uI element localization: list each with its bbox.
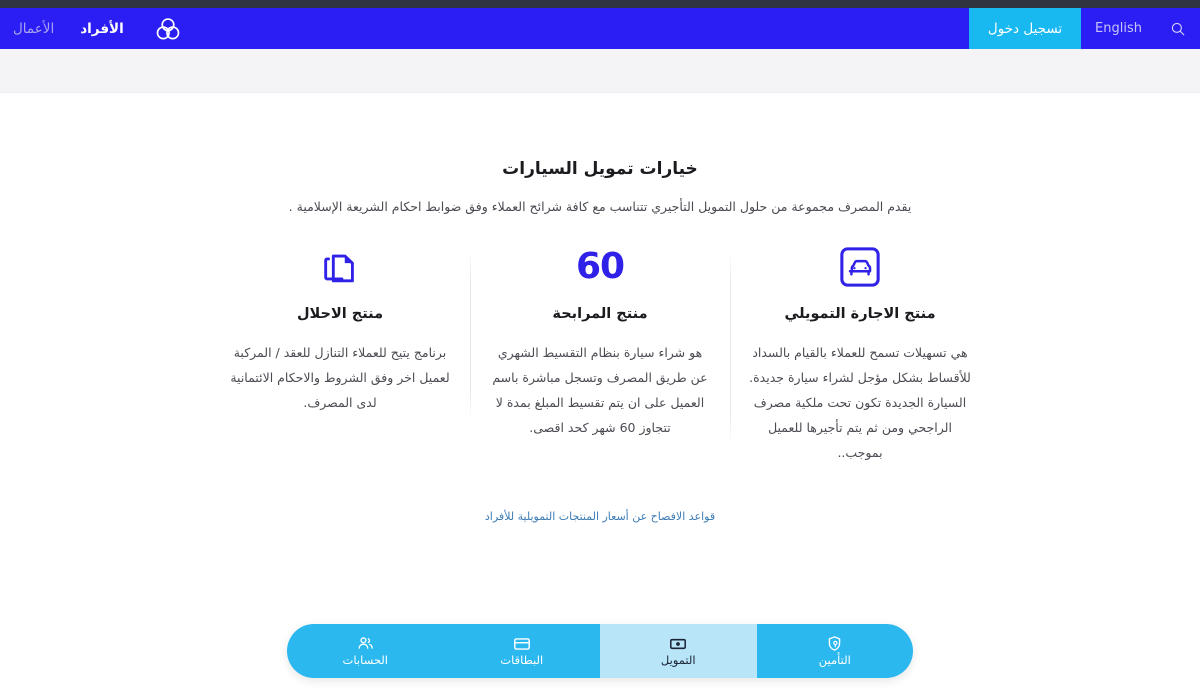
number-60-icon: 60	[488, 242, 712, 292]
bottom-nav-insurance-label: التأمين	[818, 653, 851, 668]
product-card-ijara[interactable]: منتج الاجارة التمويلي هي تسهيلات تسمح لل…	[730, 242, 990, 465]
nav-segment-business[interactable]: الأعمال	[0, 8, 67, 49]
product-card-murabaha[interactable]: 60 منتج المرابحة هو شراء سيارة بنظام الت…	[470, 242, 731, 446]
product-title: منتج الاحلال	[296, 306, 384, 322]
product-list: منتج الاجارة التمويلي هي تسهيلات تسمح لل…	[210, 242, 990, 465]
disclosure-link-wrapper: قواعد الافصاح عن أسعار المنتجات التمويلي…	[0, 505, 1200, 524]
bottom-nav-insurance[interactable]: التأمين	[757, 624, 914, 678]
people-accounts-icon	[357, 635, 374, 652]
bottom-nav-accounts-label: الحسابات	[342, 653, 388, 668]
shield-lock-icon	[826, 635, 843, 652]
main-navigation-bar: الأفراد الأعمال تسجيل دخول English	[0, 8, 1200, 49]
product-title: منتج المرابحة	[552, 306, 648, 322]
nav-segment-business-label: الأعمال	[13, 20, 55, 37]
credit-card-icon	[513, 635, 531, 652]
product-card-ihlal[interactable]: منتج الاحلال برنامج يتيح للعملاء التنازل…	[210, 242, 471, 421]
alrajhi-bank-logo[interactable]	[137, 15, 199, 43]
banknote-icon	[669, 635, 687, 652]
bottom-nav-cards-label: البطاقات	[500, 653, 544, 668]
bottom-navigation-bar: الحسابات البطاقات التمويل التأمين	[287, 624, 913, 678]
page-title: خيارات تمويل السيارات	[502, 159, 698, 179]
page-subtitle: يقدم المصرف مجموعة من حلول التمويل التأج…	[288, 199, 912, 214]
language-switch-button[interactable]: English	[1081, 8, 1156, 49]
car-in-frame-icon	[748, 242, 972, 292]
product-description: هو شراء سيارة بنظام التقسيط الشهري عن طر…	[492, 345, 708, 435]
nav-segment-individuals-label: الأفراد	[80, 20, 124, 37]
nav-right-group: الأفراد الأعمال	[0, 8, 199, 49]
number-60-text: 60	[575, 246, 625, 287]
bottom-nav-accounts[interactable]: الحسابات	[287, 624, 444, 678]
browser-top-strip	[0, 0, 1200, 8]
disclosure-link[interactable]: قواعد الافصاح عن أسعار المنتجات التمويلي…	[485, 510, 715, 523]
login-button[interactable]: تسجيل دخول	[969, 8, 1082, 49]
nav-left-group: تسجيل دخول English	[969, 8, 1200, 49]
product-title: منتج الاجارة التمويلي	[784, 306, 936, 322]
product-description: هي تسهيلات تسمح للعملاء بالقيام بالسداد …	[749, 345, 971, 460]
nav-segment-individuals[interactable]: الأفراد	[67, 8, 136, 49]
product-description: برنامج يتيح للعملاء التنازل للعقد / المر…	[230, 345, 450, 410]
bottom-nav-financing-label: التمويل	[660, 653, 696, 668]
language-switch-label: English	[1095, 21, 1142, 36]
bottom-nav-financing[interactable]: التمويل	[600, 624, 757, 678]
page-content: خيارات تمويل السيارات يقدم المصرف مجموعة…	[0, 93, 1200, 524]
secondary-menu-band	[0, 49, 1200, 93]
search-icon[interactable]	[1156, 8, 1200, 49]
login-button-label: تسجيل دخول	[987, 20, 1063, 37]
bottom-nav-cards[interactable]: البطاقات	[444, 624, 601, 678]
copy-documents-icon	[228, 242, 452, 292]
